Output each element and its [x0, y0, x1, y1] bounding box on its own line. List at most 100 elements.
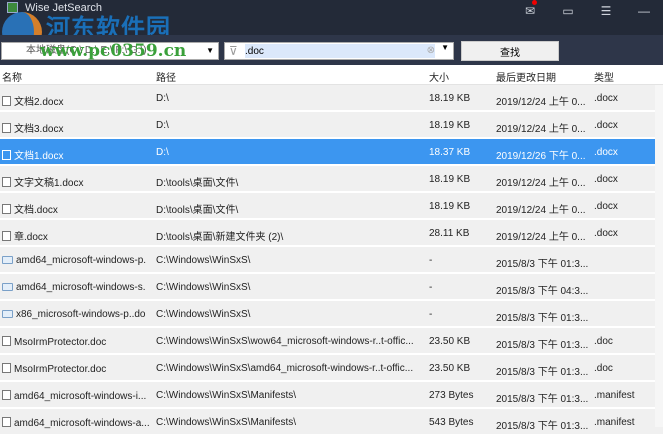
- file-name: amd64_microsoft-windows-p.: [16, 255, 147, 266]
- cell-size: 543 Bytes: [429, 417, 474, 428]
- cell-path: C:\Windows\WinSxS\: [156, 309, 251, 320]
- cell-size: 23.50 KB: [429, 336, 471, 347]
- cell-date: 2015/8/3 下午 01:3...: [496, 394, 589, 405]
- table-row[interactable]: 章.docx D:\tools\桌面\新建文件夹 (2)\ 28.11 KB 2…: [0, 220, 663, 247]
- table-row[interactable]: 文档3.docx D:\ 18.19 KB 2019/12/24 上午 0...…: [0, 112, 663, 139]
- cell-type: .docx: [594, 147, 618, 158]
- table-row[interactable]: 文档.docx D:\tools\桌面\文件\ 18.19 KB 2019/12…: [0, 193, 663, 220]
- file-icon: [2, 204, 11, 214]
- folder-icon: [2, 283, 13, 291]
- cell-date: 2019/12/24 上午 0...: [496, 97, 586, 108]
- filter-box: ⊽ ⊗ ▼: [224, 42, 454, 60]
- file-icon: [2, 150, 11, 160]
- cell-date: 2015/8/3 下午 01:3...: [496, 340, 589, 351]
- file-name: amd64_microsoft-windows-a...: [14, 418, 150, 429]
- cell-path: D:\tools\桌面\文件\: [156, 178, 239, 189]
- cell-date: 2015/8/3 下午 04:3...: [496, 286, 589, 297]
- table-row[interactable]: amd64_microsoft-windows-a... C:\Windows\…: [0, 409, 663, 436]
- file-name: MsoIrmProtector.doc: [14, 364, 107, 375]
- column-type[interactable]: 类型: [594, 69, 654, 84]
- folder-icon: [2, 310, 13, 318]
- table-row[interactable]: 文档2.docx D:\ 18.19 KB 2019/12/24 上午 0...…: [0, 85, 663, 112]
- table-row[interactable]: x86_microsoft-windows-p..do C:\Windows\W…: [0, 301, 663, 328]
- table-row[interactable]: amd64_microsoft-windows-s. C:\Windows\Wi…: [0, 274, 663, 301]
- cell-date: 2019/12/24 上午 0...: [496, 205, 586, 216]
- cell-date: 2019/12/24 上午 0...: [496, 232, 586, 243]
- file-name: 文字文稿1.docx: [14, 178, 84, 189]
- table-row[interactable]: MsoIrmProtector.doc C:\Windows\WinSxS\am…: [0, 355, 663, 382]
- cell-path: D:\: [156, 93, 169, 104]
- file-icon: [2, 336, 11, 346]
- file-name: MsoIrmProtector.doc: [14, 337, 107, 348]
- clear-icon[interactable]: ⊗: [427, 45, 435, 56]
- file-icon: [2, 390, 11, 400]
- mail-icon[interactable]: ✉: [511, 0, 549, 22]
- cell-name: x86_microsoft-windows-p..do: [2, 309, 152, 320]
- cell-path: C:\Windows\WinSxS\Manifests\: [156, 417, 297, 428]
- cell-date: 2019/12/24 上午 0...: [496, 124, 586, 135]
- column-path[interactable]: 路径: [156, 69, 424, 84]
- cell-path: D:\: [156, 120, 169, 131]
- cell-size: 18.19 KB: [429, 120, 471, 131]
- menu-icon[interactable]: ☰: [587, 0, 625, 22]
- cell-type: .doc: [594, 363, 613, 374]
- cell-size: 18.19 KB: [429, 174, 471, 185]
- cell-name: amd64_microsoft-windows-p.: [2, 255, 152, 266]
- cell-type: .docx: [594, 174, 618, 185]
- file-name: amd64_microsoft-windows-i...: [14, 391, 147, 402]
- cell-date: 2015/8/3 下午 01:3...: [496, 259, 589, 270]
- cell-type: .docx: [594, 228, 618, 239]
- column-name[interactable]: 名称: [2, 69, 152, 84]
- folder-icon: [2, 256, 13, 264]
- watermark-url: www.pc0359.cn: [40, 41, 187, 61]
- cell-path: D:\tools\桌面\新建文件夹 (2)\: [156, 232, 284, 243]
- toolbar: 本地磁盘(C:\ D:\ E:\ F:\ G:\) ▼ www.pc0359.c…: [0, 35, 663, 65]
- column-size[interactable]: 大小: [429, 69, 491, 84]
- cell-type: .docx: [594, 93, 618, 104]
- cell-name: 章.docx: [2, 228, 152, 243]
- search-input[interactable]: [245, 44, 435, 58]
- scrollbar[interactable]: [655, 85, 663, 427]
- file-icon: [2, 231, 11, 241]
- cell-name: 文档2.docx: [2, 93, 152, 108]
- cell-size: 23.50 KB: [429, 363, 471, 374]
- cell-path: D:\tools\桌面\文件\: [156, 205, 239, 216]
- file-name: amd64_microsoft-windows-s.: [16, 282, 146, 293]
- cell-name: amd64_microsoft-windows-s.: [2, 282, 152, 293]
- column-date[interactable]: 最后更改日期: [496, 69, 590, 84]
- table-row[interactable]: 文字文稿1.docx D:\tools\桌面\文件\ 18.19 KB 2019…: [0, 166, 663, 193]
- file-icon: [2, 96, 11, 106]
- cell-date: 2015/8/3 下午 01:3...: [496, 367, 589, 378]
- cell-size: 273 Bytes: [429, 390, 474, 401]
- table-row[interactable]: 文档1.docx D:\ 18.37 KB 2019/12/26 下午 0...…: [0, 139, 663, 166]
- file-name: 文档1.docx: [14, 151, 64, 162]
- cell-name: 文档.docx: [2, 201, 152, 216]
- cell-date: 2015/8/3 下午 01:3...: [496, 421, 589, 432]
- table-row[interactable]: MsoIrmProtector.doc C:\Windows\WinSxS\wo…: [0, 328, 663, 355]
- file-name: 文档3.docx: [14, 124, 64, 135]
- chevron-down-icon[interactable]: ▼: [441, 43, 449, 52]
- chevron-down-icon[interactable]: ▼: [206, 43, 214, 59]
- search-button[interactable]: 查找: [461, 41, 559, 61]
- cell-size: 18.19 KB: [429, 201, 471, 212]
- cell-path: D:\: [156, 147, 169, 158]
- cell-name: amd64_microsoft-windows-i...: [2, 390, 152, 402]
- cell-date: 2019/12/26 下午 0...: [496, 151, 586, 162]
- file-icon: [2, 177, 11, 187]
- results-list: 文档2.docx D:\ 18.19 KB 2019/12/24 上午 0...…: [0, 85, 663, 436]
- cell-size: -: [429, 282, 433, 293]
- table-row[interactable]: amd64_microsoft-windows-i... C:\Windows\…: [0, 382, 663, 409]
- file-name: 文档.docx: [14, 205, 58, 216]
- minimize-icon[interactable]: —: [625, 0, 663, 22]
- file-name: 章.docx: [14, 232, 48, 243]
- cell-name: MsoIrmProtector.doc: [2, 363, 152, 375]
- cell-size: 18.19 KB: [429, 93, 471, 104]
- cell-path: C:\Windows\WinSxS\wow64_microsoft-window…: [156, 336, 414, 347]
- cell-type: .docx: [594, 120, 618, 131]
- table-row[interactable]: amd64_microsoft-windows-p. C:\Windows\Wi…: [0, 247, 663, 274]
- feedback-icon[interactable]: ▭: [549, 0, 587, 22]
- cell-date: 2019/12/24 上午 0...: [496, 178, 586, 189]
- title-bar: Wise JetSearch 河东软件园 ✉ ▭ ☰ —: [0, 0, 663, 52]
- cell-name: 文字文稿1.docx: [2, 174, 152, 189]
- cell-path: C:\Windows\WinSxS\: [156, 282, 251, 293]
